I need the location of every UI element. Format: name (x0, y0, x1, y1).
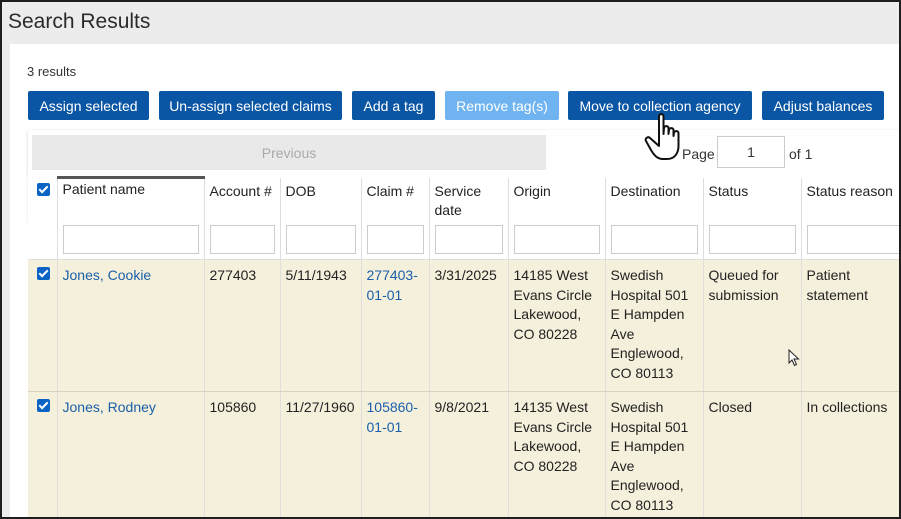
filter-cell (361, 220, 430, 260)
header-patient-name[interactable]: Patient name (57, 176, 205, 221)
filter-destination-input[interactable] (610, 224, 698, 254)
origin: 14135 West Evans Circle Lakewood, CO 802… (508, 391, 606, 517)
unassign-selected-claims-button[interactable]: Un-assign selected claims (159, 91, 342, 120)
claim-number-link[interactable]: 277403-01-01 (367, 267, 418, 303)
filter-patient-name-input[interactable] (62, 224, 199, 254)
account-number: 277403 (204, 259, 281, 392)
filter-service-date-input[interactable] (434, 224, 503, 254)
app-frame: Search Results 3 results Assign selected… (0, 0, 901, 519)
header-status-reason[interactable]: Status reason (801, 177, 899, 221)
row-select-cell (28, 391, 58, 517)
filter-cell (801, 220, 899, 260)
filter-account-input[interactable] (209, 224, 275, 254)
status: Closed (703, 391, 802, 517)
service-date: 3/31/2025 (429, 259, 509, 392)
header-destination[interactable]: Destination (605, 177, 704, 221)
status-reason: Patient statement (801, 259, 899, 392)
status: Queued for submission (703, 259, 802, 392)
account-number: 105860 (204, 391, 281, 517)
patient-name-link[interactable]: Jones, Rodney (57, 391, 205, 517)
patient-name-link[interactable]: Jones, Cookie (57, 259, 205, 392)
table-row[interactable]: Jones, Cookie 277403 5/11/1943 277403-01… (28, 259, 899, 392)
claim-cell: 105860-01-01 (361, 391, 430, 517)
arrow-cursor-icon (788, 349, 800, 367)
hand-pointer-icon (644, 113, 680, 160)
claim-cell: 277403-01-01 (361, 259, 430, 392)
results-table: Patient name Account # DOB Claim # Servi… (28, 176, 899, 517)
page-total-label: of 1 (789, 146, 813, 162)
assign-selected-button[interactable]: Assign selected (28, 91, 149, 120)
row-select-cell (28, 259, 58, 392)
destination: Swedish Hospital 501 E Hampden Ave Engle… (605, 259, 704, 392)
filter-origin-input[interactable] (513, 224, 600, 254)
patient-name[interactable]: Jones, Rodney (63, 399, 156, 415)
filter-cell (703, 220, 802, 260)
header-origin[interactable]: Origin (508, 177, 606, 221)
header-claim[interactable]: Claim # (361, 177, 430, 221)
patient-name[interactable]: Jones, Cookie (63, 267, 152, 283)
previous-page-button[interactable]: Previous (32, 135, 546, 170)
destination: Swedish Hospital 501 E Hampden Ave Engle… (605, 391, 704, 517)
select-all-checkbox[interactable] (37, 182, 50, 196)
filter-status-reason-input[interactable] (806, 224, 899, 254)
table-header-row: Patient name Account # DOB Claim # Servi… (28, 176, 899, 221)
filter-cell (508, 220, 606, 260)
filter-cell-empty (28, 220, 58, 260)
results-count: 3 results (27, 64, 77, 79)
service-date: 9/8/2021 (429, 391, 509, 517)
claim-number-link[interactable]: 105860-01-01 (367, 399, 418, 435)
filter-cell (204, 220, 281, 260)
header-status[interactable]: Status (703, 177, 802, 221)
filter-cell (280, 220, 362, 260)
pagination-bar: Previous Page of 1 (28, 130, 899, 176)
table-row[interactable]: Jones, Rodney 105860 11/27/1960 105860-0… (28, 391, 899, 517)
dob: 5/11/1943 (280, 259, 362, 392)
header-service-date[interactable]: Service date (429, 177, 509, 221)
add-tag-button[interactable]: Add a tag (352, 91, 435, 120)
filter-cell (605, 220, 704, 260)
status-reason: In collections (801, 391, 899, 517)
filter-cell (57, 220, 205, 260)
header-dob[interactable]: DOB (280, 177, 362, 221)
filter-dob-input[interactable] (285, 224, 356, 254)
filter-status-input[interactable] (708, 224, 796, 254)
remove-tags-button[interactable]: Remove tag(s) (445, 91, 559, 120)
select-all-cell (28, 177, 58, 221)
adjust-balances-button[interactable]: Adjust balances (762, 91, 884, 120)
origin: 14185 West Evans Circle Lakewood, CO 802… (508, 259, 606, 392)
filter-claim-input[interactable] (366, 224, 424, 254)
filter-row (28, 220, 899, 260)
row-checkbox[interactable] (37, 267, 50, 280)
filter-cell (429, 220, 509, 260)
header-account[interactable]: Account # (204, 177, 281, 221)
page-number-input[interactable] (717, 136, 785, 168)
dob: 11/27/1960 (280, 391, 362, 517)
page-title: Search Results (8, 10, 151, 33)
row-checkbox[interactable] (37, 399, 50, 412)
